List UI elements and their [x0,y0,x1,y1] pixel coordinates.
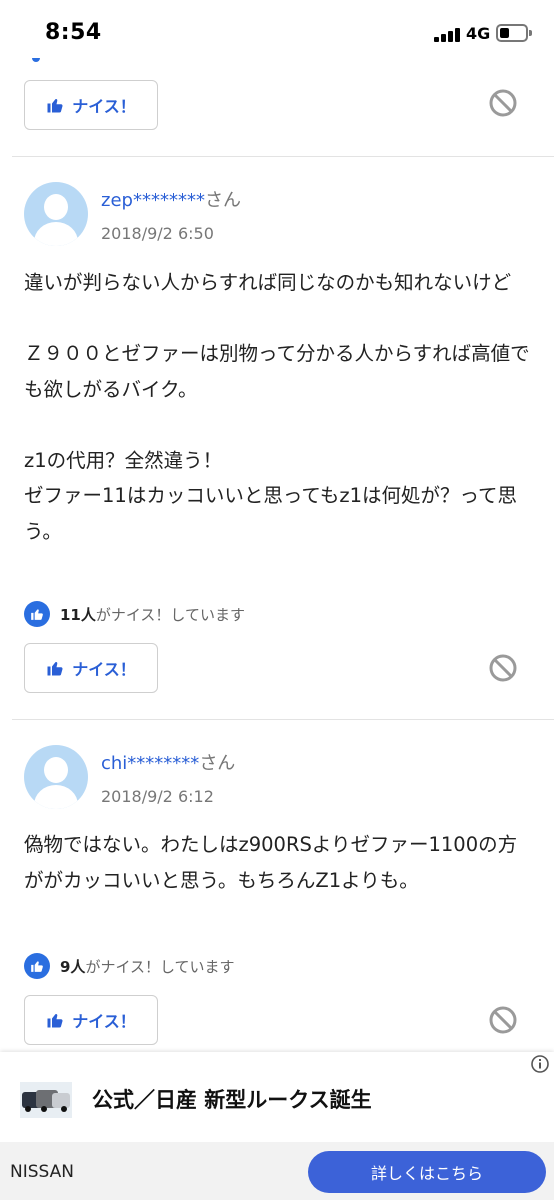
thumbs-up-icon [47,99,63,113]
battery-icon [496,24,532,42]
nice-button-label: ナイス！ [72,1012,136,1031]
avatar[interactable] [24,745,88,809]
nice-count-number: 9人 [60,957,86,976]
ad-info-icon[interactable] [530,1054,550,1074]
nice-button[interactable]: ナイス！ [24,995,158,1045]
comment-date: 2018/9/2 6:12 [101,787,214,806]
thumbs-up-icon [47,1014,63,1028]
ad-car-image [20,1082,72,1118]
nice-button-label: ナイス！ [72,97,136,116]
user-name[interactable]: zep******** [101,190,205,211]
user-suffix: さん [204,190,241,211]
ad-title[interactable]: 公式／日産 新型ルークス誕生 [92,1084,372,1114]
divider [12,156,554,157]
nice-count-row: 11人がナイス！しています [24,600,245,628]
nice-count-row: 9人がナイス！しています [24,952,235,980]
avatar[interactable] [24,182,88,246]
comment-date: 2018/9/2 6:50 [101,224,214,243]
thumbs-up-icon [24,601,50,627]
block-icon[interactable] [488,653,518,683]
nice-button[interactable]: ナイス！ [24,80,158,130]
status-time: 8:54 [45,20,102,45]
nice-count-label: がナイス！しています [95,605,245,624]
comment-text: 偽物ではない。わたしはz900RSよりゼファー1100の方ががカッコいいと思う。… [24,833,518,892]
ad-brand: NISSAN [10,1162,74,1182]
thumbs-up-icon [47,662,63,676]
divider [12,719,554,720]
user-suffix: さん [199,753,236,774]
nice-count-label: がナイス！しています [85,957,235,976]
signal-icon [434,26,464,42]
status-bar: 8:54 4G [0,0,554,66]
nice-button-label: ナイス！ [72,660,136,679]
comment-user: chi********さん [101,749,235,775]
nice-count-number: 11人 [60,605,96,624]
network-type: 4G [466,24,491,43]
block-icon[interactable] [488,1005,518,1035]
comment-user: zep********さん [101,186,241,212]
nice-button[interactable]: ナイス！ [24,643,158,693]
thumbs-up-icon [24,953,50,979]
ad-cta-button[interactable]: 詳しくはこちら [308,1151,546,1193]
block-icon[interactable] [488,88,518,118]
comment-text: 違いが判らない人からすれば同じなのかも知れないけど Ｚ９００とゼファーは別物って… [24,271,530,543]
user-name[interactable]: chi******** [101,753,199,774]
